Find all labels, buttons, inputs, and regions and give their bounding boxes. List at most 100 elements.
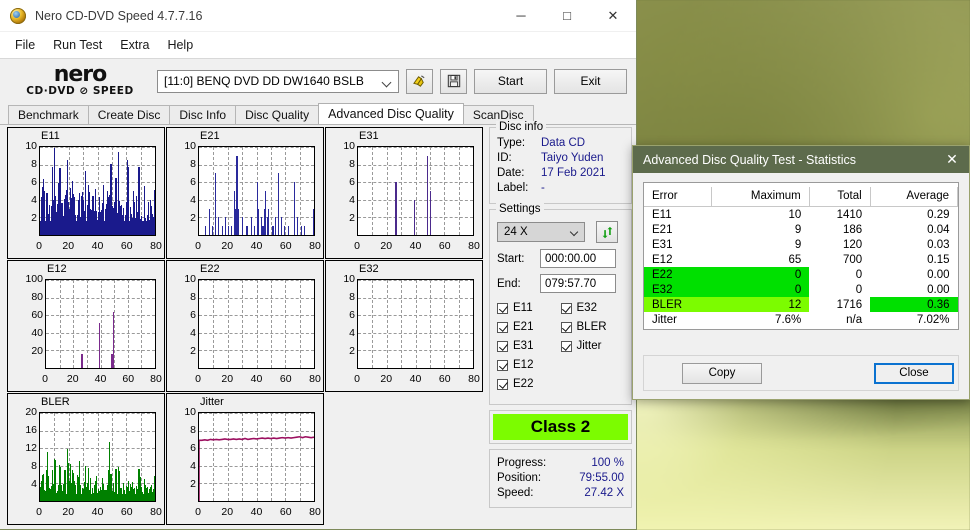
- table-row[interactable]: E12 65 700 0.15: [644, 252, 958, 267]
- close-dialog-button[interactable]: Close: [874, 362, 954, 384]
- cell-total: 0: [855, 283, 863, 296]
- y-tick-label: 10: [184, 140, 196, 152]
- table-row[interactable]: E11 10 1410 0.29: [644, 207, 958, 223]
- checkbox-e21-label: E21: [513, 321, 534, 333]
- table-row[interactable]: E22 0 0 0.00: [644, 267, 958, 282]
- statistics-dialog-title: Advanced Disc Quality Test - Statistics: [643, 152, 857, 167]
- x-tick-label: 60: [438, 240, 451, 252]
- y-axis-labels: 2 4 6 8 10: [8, 140, 37, 236]
- x-tick-label: 80: [150, 373, 162, 385]
- x-tick-label: 20: [380, 240, 393, 252]
- checkbox-bler-label: BLER: [576, 321, 607, 333]
- chart-series: [199, 413, 314, 501]
- checkbox-e31-label: E31: [513, 340, 534, 352]
- y-tick-label: 100: [25, 273, 43, 285]
- tab-disc-info[interactable]: Disc Info: [169, 105, 237, 124]
- x-axis-labels: 0 20 40 60 80: [195, 506, 321, 520]
- disc-info-group: Disc info Type: Data CD ID: Taiyo Yuden Da…: [489, 121, 632, 204]
- x-tick-label: 80: [309, 373, 321, 385]
- close-icon[interactable]: ✕: [935, 146, 969, 173]
- y-tick-label: 8: [31, 158, 37, 170]
- tab-benchmark[interactable]: Benchmark: [8, 105, 89, 124]
- chart-title: E22: [200, 263, 220, 275]
- table-row[interactable]: Jitter 7.6% n/a 7.02%: [644, 312, 958, 327]
- checkmark-icon: [560, 340, 572, 352]
- end-input[interactable]: 079:57.70: [540, 274, 616, 293]
- menu-file[interactable]: File: [6, 35, 44, 55]
- start-button[interactable]: Start: [474, 68, 547, 94]
- chart-series: [199, 147, 314, 235]
- disc-info-row-type: Type: Data CD: [497, 136, 624, 151]
- table-row[interactable]: E21 9 186 0.04: [644, 222, 958, 237]
- chart-bar: [278, 173, 280, 235]
- progress-label: Progress:: [497, 457, 547, 469]
- chart-title: BLER: [41, 396, 70, 408]
- x-tick-label: 80: [468, 373, 480, 385]
- close-button[interactable]: ✕: [590, 0, 636, 31]
- chart-e11: E11 2 4 6 8 10 0 20 40 60 80: [7, 127, 165, 259]
- cell-maximum: 65: [788, 253, 802, 266]
- chart-bar: [314, 226, 315, 235]
- y-tick-label: 4: [190, 194, 196, 206]
- chart-bar: [268, 208, 270, 235]
- chart-bar: [222, 226, 224, 235]
- floppy-save-icon[interactable]: [440, 68, 467, 94]
- y-tick-label: 16: [25, 424, 37, 436]
- chart-bar: [230, 226, 232, 235]
- speed-select[interactable]: 24 X: [497, 222, 585, 242]
- y-tick-label: 2: [190, 212, 196, 224]
- table-row[interactable]: BLER 12 1716 0.36: [644, 297, 958, 312]
- speed-value: 27.42 X: [584, 487, 624, 499]
- chart-plot-area: [39, 146, 156, 236]
- chart-e32: E32 2 4 6 8 10 0 20 40 60 80: [325, 260, 483, 392]
- x-tick-label: 0: [195, 240, 201, 252]
- y-axis-labels: 20 40 60 80 100: [8, 273, 43, 369]
- minimize-button[interactable]: ─: [498, 0, 544, 31]
- y-tick-label: 8: [349, 291, 355, 303]
- table-row[interactable]: E31 9 120 0.03: [644, 237, 958, 252]
- chart-series: [199, 280, 314, 368]
- cell-total: 0: [855, 268, 863, 281]
- checkbox-e31: E31: [497, 340, 561, 352]
- cell-total: 120: [842, 238, 863, 251]
- value-type: Data CD: [541, 137, 586, 149]
- maximize-button[interactable]: □: [544, 0, 590, 31]
- refresh-icon[interactable]: [596, 221, 618, 243]
- y-axis-labels: 2 4 6 8 10: [167, 406, 196, 502]
- menu-help[interactable]: Help: [158, 35, 202, 55]
- table-row[interactable]: E32 0 0 0.00: [644, 282, 958, 297]
- y-tick-label: 2: [190, 345, 196, 357]
- y-tick-label: 8: [190, 158, 196, 170]
- menu-run-test[interactable]: Run Test: [44, 35, 111, 55]
- tab-advanced-disc-quality[interactable]: Advanced Disc Quality: [318, 103, 464, 124]
- tab-disc-quality[interactable]: Disc Quality: [235, 105, 320, 124]
- cell-average: 0.00: [927, 283, 950, 296]
- eject-disc-icon[interactable]: [406, 68, 433, 94]
- chart-bar: [253, 226, 255, 235]
- chart-bar: [293, 182, 296, 235]
- y-axis-labels: 2 4 6 8 10: [167, 273, 196, 369]
- y-tick-label: 6: [190, 176, 196, 188]
- position-value: 79:55.00: [579, 472, 624, 484]
- settings-group: Settings 24 X Start: 000:00.00 End: 079:…: [489, 203, 632, 405]
- y-tick-label: 2: [190, 478, 196, 490]
- label-id: ID:: [497, 152, 512, 164]
- cell-error: E12: [652, 253, 673, 266]
- copy-button[interactable]: Copy: [682, 362, 762, 384]
- statistics-dialog: Advanced Disc Quality Test - Statistics …: [632, 145, 970, 400]
- tab-create-disc[interactable]: Create Disc: [87, 105, 171, 124]
- start-input[interactable]: 000:00.00: [540, 249, 616, 268]
- chart-bar: [301, 226, 303, 235]
- chart-bar: [303, 226, 306, 235]
- checkbox-e32: E32: [560, 302, 625, 314]
- nero-disc-icon: [10, 7, 26, 24]
- value-id: Taiyo Yuden: [541, 152, 604, 164]
- menu-extra[interactable]: Extra: [111, 35, 158, 55]
- checkbox-e12-label: E12: [513, 359, 534, 371]
- chart-bar: [99, 323, 101, 368]
- drive-select[interactable]: [11:0] BENQ DVD DD DW1640 BSLB: [157, 69, 399, 93]
- x-tick-label: 0: [354, 373, 360, 385]
- exit-button[interactable]: Exit: [554, 68, 627, 94]
- x-tick-label: 20: [221, 240, 234, 252]
- chart-plot-area: [357, 146, 474, 236]
